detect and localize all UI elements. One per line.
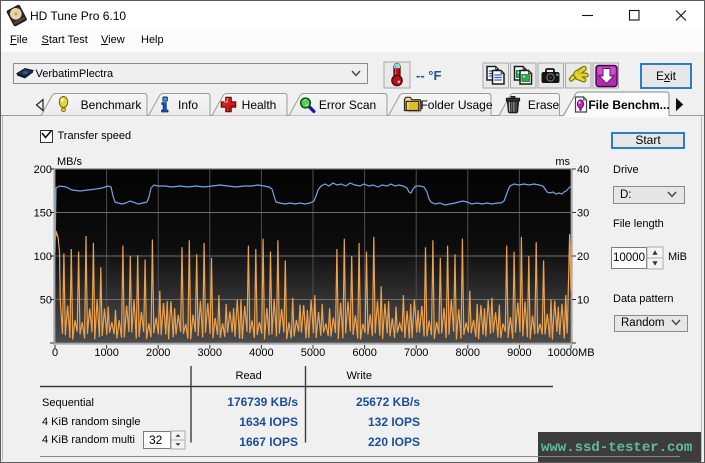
svg-text:Health: Health [242,98,277,112]
svg-text:6000: 6000 [352,347,376,359]
svg-text:30: 30 [577,208,589,220]
svg-text:7000: 7000 [404,347,428,359]
svg-text:5000: 5000 [301,347,325,359]
svg-text:40: 40 [577,164,589,176]
svg-text:20: 20 [577,251,589,263]
svg-text:50: 50 [40,295,52,307]
svg-text:Folder Usage: Folder Usage [420,98,492,112]
svg-text:200: 200 [34,164,52,176]
svg-text:ms: ms [555,156,570,168]
svg-text:100: 100 [34,251,52,263]
svg-text:2000: 2000 [146,347,170,359]
svg-text:Erase: Erase [528,98,560,112]
svg-text:10: 10 [577,295,589,307]
svg-text:File Benchm...: File Benchm... [588,98,669,112]
svg-text:MB/s: MB/s [57,156,83,168]
svg-text:Benchmark: Benchmark [81,98,143,112]
svg-text:10000MB: 10000MB [547,347,594,359]
svg-text:1000: 1000 [94,347,118,359]
svg-text:150: 150 [34,208,52,220]
svg-text:3000: 3000 [198,347,222,359]
svg-text:Error Scan: Error Scan [319,98,376,112]
svg-text:9000: 9000 [507,347,531,359]
svg-text:4000: 4000 [249,347,273,359]
svg-text:Info: Info [178,98,198,112]
svg-text:8000: 8000 [456,347,480,359]
svg-text:0: 0 [52,347,58,359]
